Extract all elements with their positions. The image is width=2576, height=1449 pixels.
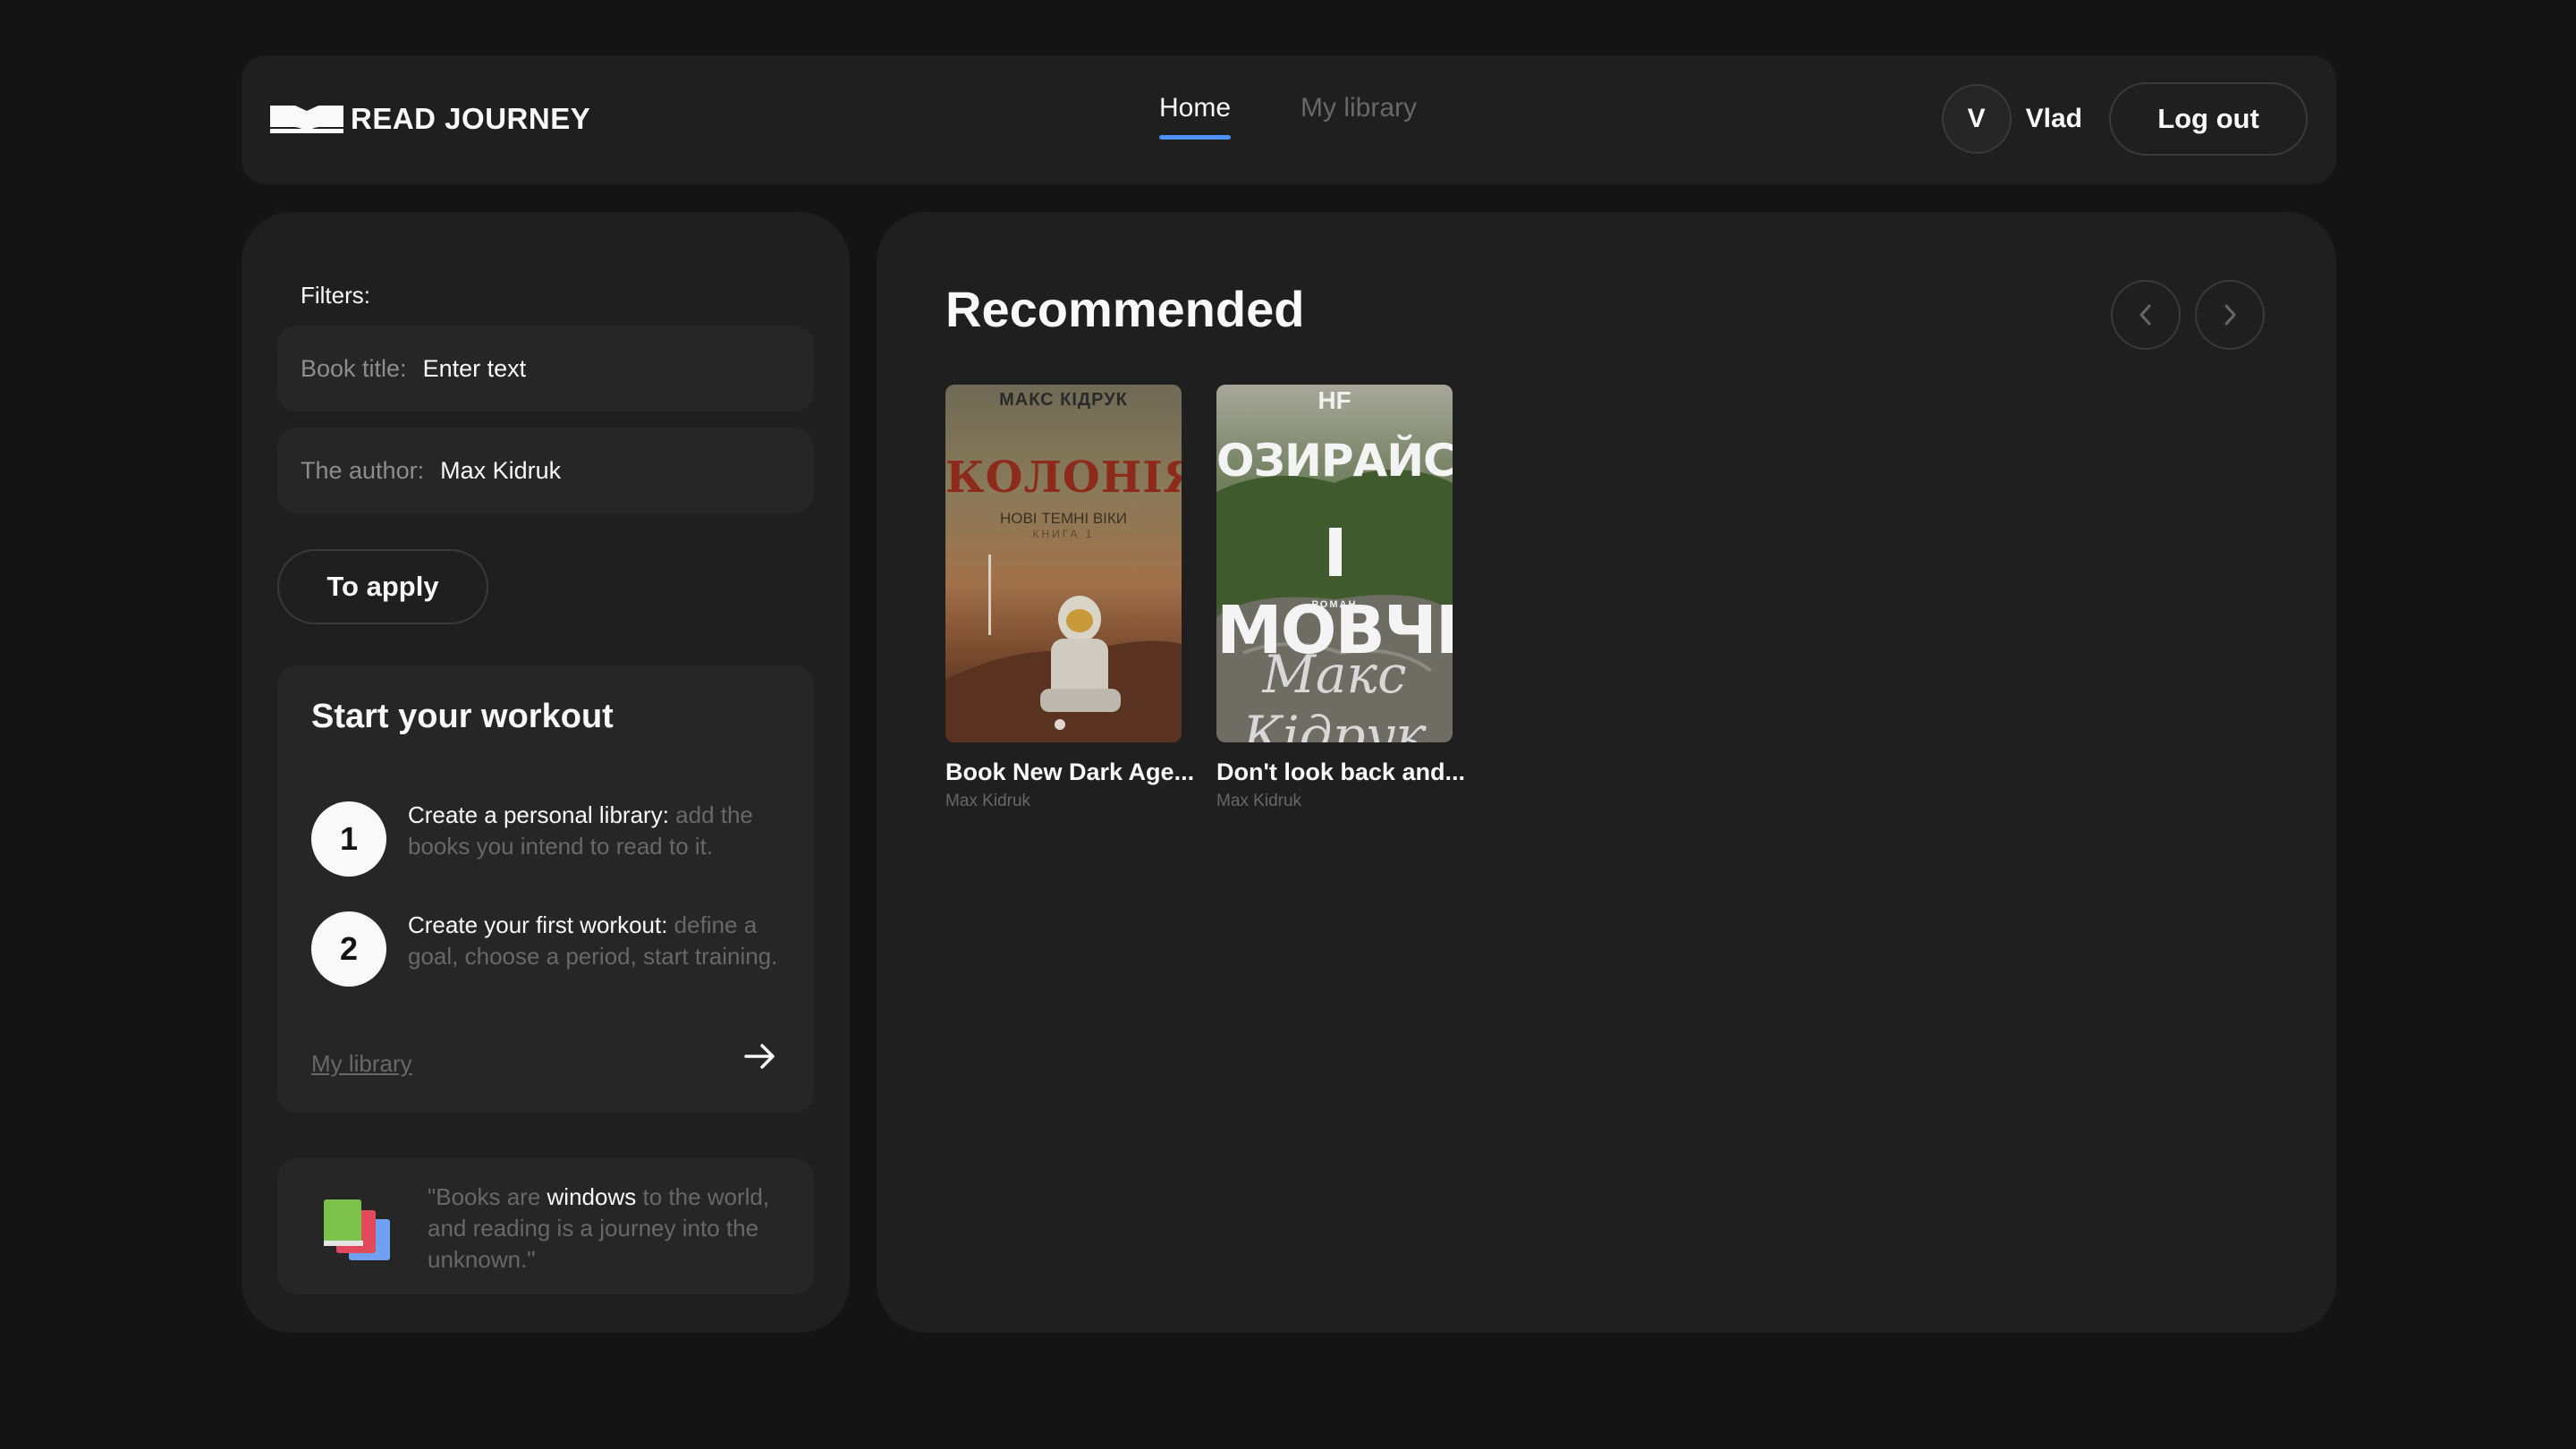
step-text: Create a personal library: add the books… bbox=[408, 800, 784, 877]
step-heading: Create a personal library: bbox=[408, 801, 669, 828]
quote-highlight: windows bbox=[547, 1183, 637, 1210]
book-card[interactable]: НF ОЗИРАЙСЯ І МОВЧИ РОМАН Макс Кідрук Do… bbox=[1216, 385, 1465, 811]
user-name: Vlad bbox=[2025, 104, 2082, 133]
logo-text: READ JOURNEY bbox=[351, 102, 591, 135]
filters-label: Filters: bbox=[301, 282, 370, 309]
logout-button[interactable]: Log out bbox=[2109, 82, 2308, 156]
book-title-label: Book title: bbox=[301, 354, 407, 382]
book-cover[interactable]: НF ОЗИРАЙСЯ І МОВЧИ РОМАН Макс Кідрук bbox=[1216, 385, 1453, 742]
author-input[interactable]: Max Kidruk bbox=[440, 457, 561, 485]
cover-genre: РОМАН bbox=[1311, 599, 1358, 610]
author-field[interactable]: The author: Max Kidruk bbox=[277, 428, 814, 513]
step-number: 1 bbox=[311, 801, 386, 877]
my-library-link[interactable]: My library bbox=[311, 1050, 412, 1078]
book-title-field[interactable]: Book title: Enter text bbox=[277, 326, 814, 411]
workout-step: 1 Create a personal library: add the boo… bbox=[311, 801, 784, 877]
arrow-right-icon[interactable] bbox=[744, 1043, 776, 1070]
author-label: The author: bbox=[301, 456, 425, 484]
apply-button[interactable]: To apply bbox=[277, 549, 488, 624]
prev-page-button[interactable] bbox=[2111, 280, 2181, 350]
logo[interactable]: READ JOURNEY bbox=[270, 102, 590, 136]
pagination bbox=[2111, 280, 2265, 350]
book-logo-icon bbox=[270, 106, 343, 133]
nav-home[interactable]: Home bbox=[1159, 93, 1232, 140]
cover-author-signature: Макс Кідрук bbox=[1242, 644, 1427, 742]
book-card[interactable]: МАКС КІДРУК КОЛОНІЯ НОВІ ТЕМНІ ВІКИ КНИГ… bbox=[945, 385, 1195, 811]
step-heading: Create your first workout: bbox=[408, 911, 668, 938]
avatar[interactable]: V bbox=[1941, 84, 2012, 154]
header-bar: READ JOURNEY Home My library V Vlad Log … bbox=[242, 55, 2336, 184]
next-page-button[interactable] bbox=[2195, 280, 2265, 350]
workout-title: Start your workout bbox=[311, 698, 614, 735]
book-title: Book New Dark Age... bbox=[945, 758, 1195, 785]
chevron-right-icon bbox=[2224, 304, 2236, 326]
cover-title-line1: ОЗИРАЙСЯ bbox=[1216, 435, 1453, 487]
step-text: Create your first workout: define a goal… bbox=[408, 910, 784, 987]
quote-card: "Books are windows to the world, and rea… bbox=[277, 1158, 814, 1294]
user-area: V Vlad Log out bbox=[1941, 82, 2308, 156]
recommended-panel: Recommended МАКС КІДРУК КОЛОНІЯ НОВІ ТЕМ… bbox=[877, 212, 2336, 1333]
workout-card: Start your workout 1 Create a personal l… bbox=[277, 665, 814, 1113]
workout-step: 2 Create your first workout: define a go… bbox=[311, 911, 784, 987]
main-nav: Home My library bbox=[1159, 93, 1417, 140]
book-author: Max Kidruk bbox=[945, 792, 1031, 810]
quote-text: "Books are windows to the world, and rea… bbox=[428, 1182, 794, 1275]
book-cover[interactable]: МАКС КІДРУК КОЛОНІЯ НОВІ ТЕМНІ ВІКИ КНИГ… bbox=[945, 385, 1182, 742]
book-title: Don't look back and... bbox=[1216, 758, 1465, 785]
step-number: 2 bbox=[311, 911, 386, 987]
astronaut-illustration bbox=[945, 555, 1182, 742]
books-icon bbox=[324, 1199, 390, 1260]
chevron-left-icon bbox=[2140, 304, 2151, 326]
page-title: Recommended bbox=[945, 281, 1305, 337]
book-author: Max Kidruk bbox=[1216, 792, 1302, 810]
quote-text-start: "Books are bbox=[428, 1183, 547, 1210]
sidebar: Filters: Book title: Enter text The auth… bbox=[242, 212, 850, 1333]
nav-my-library[interactable]: My library bbox=[1301, 93, 1417, 140]
cover-publisher: НF bbox=[1318, 386, 1352, 414]
book-title-input[interactable]: Enter text bbox=[423, 355, 527, 383]
